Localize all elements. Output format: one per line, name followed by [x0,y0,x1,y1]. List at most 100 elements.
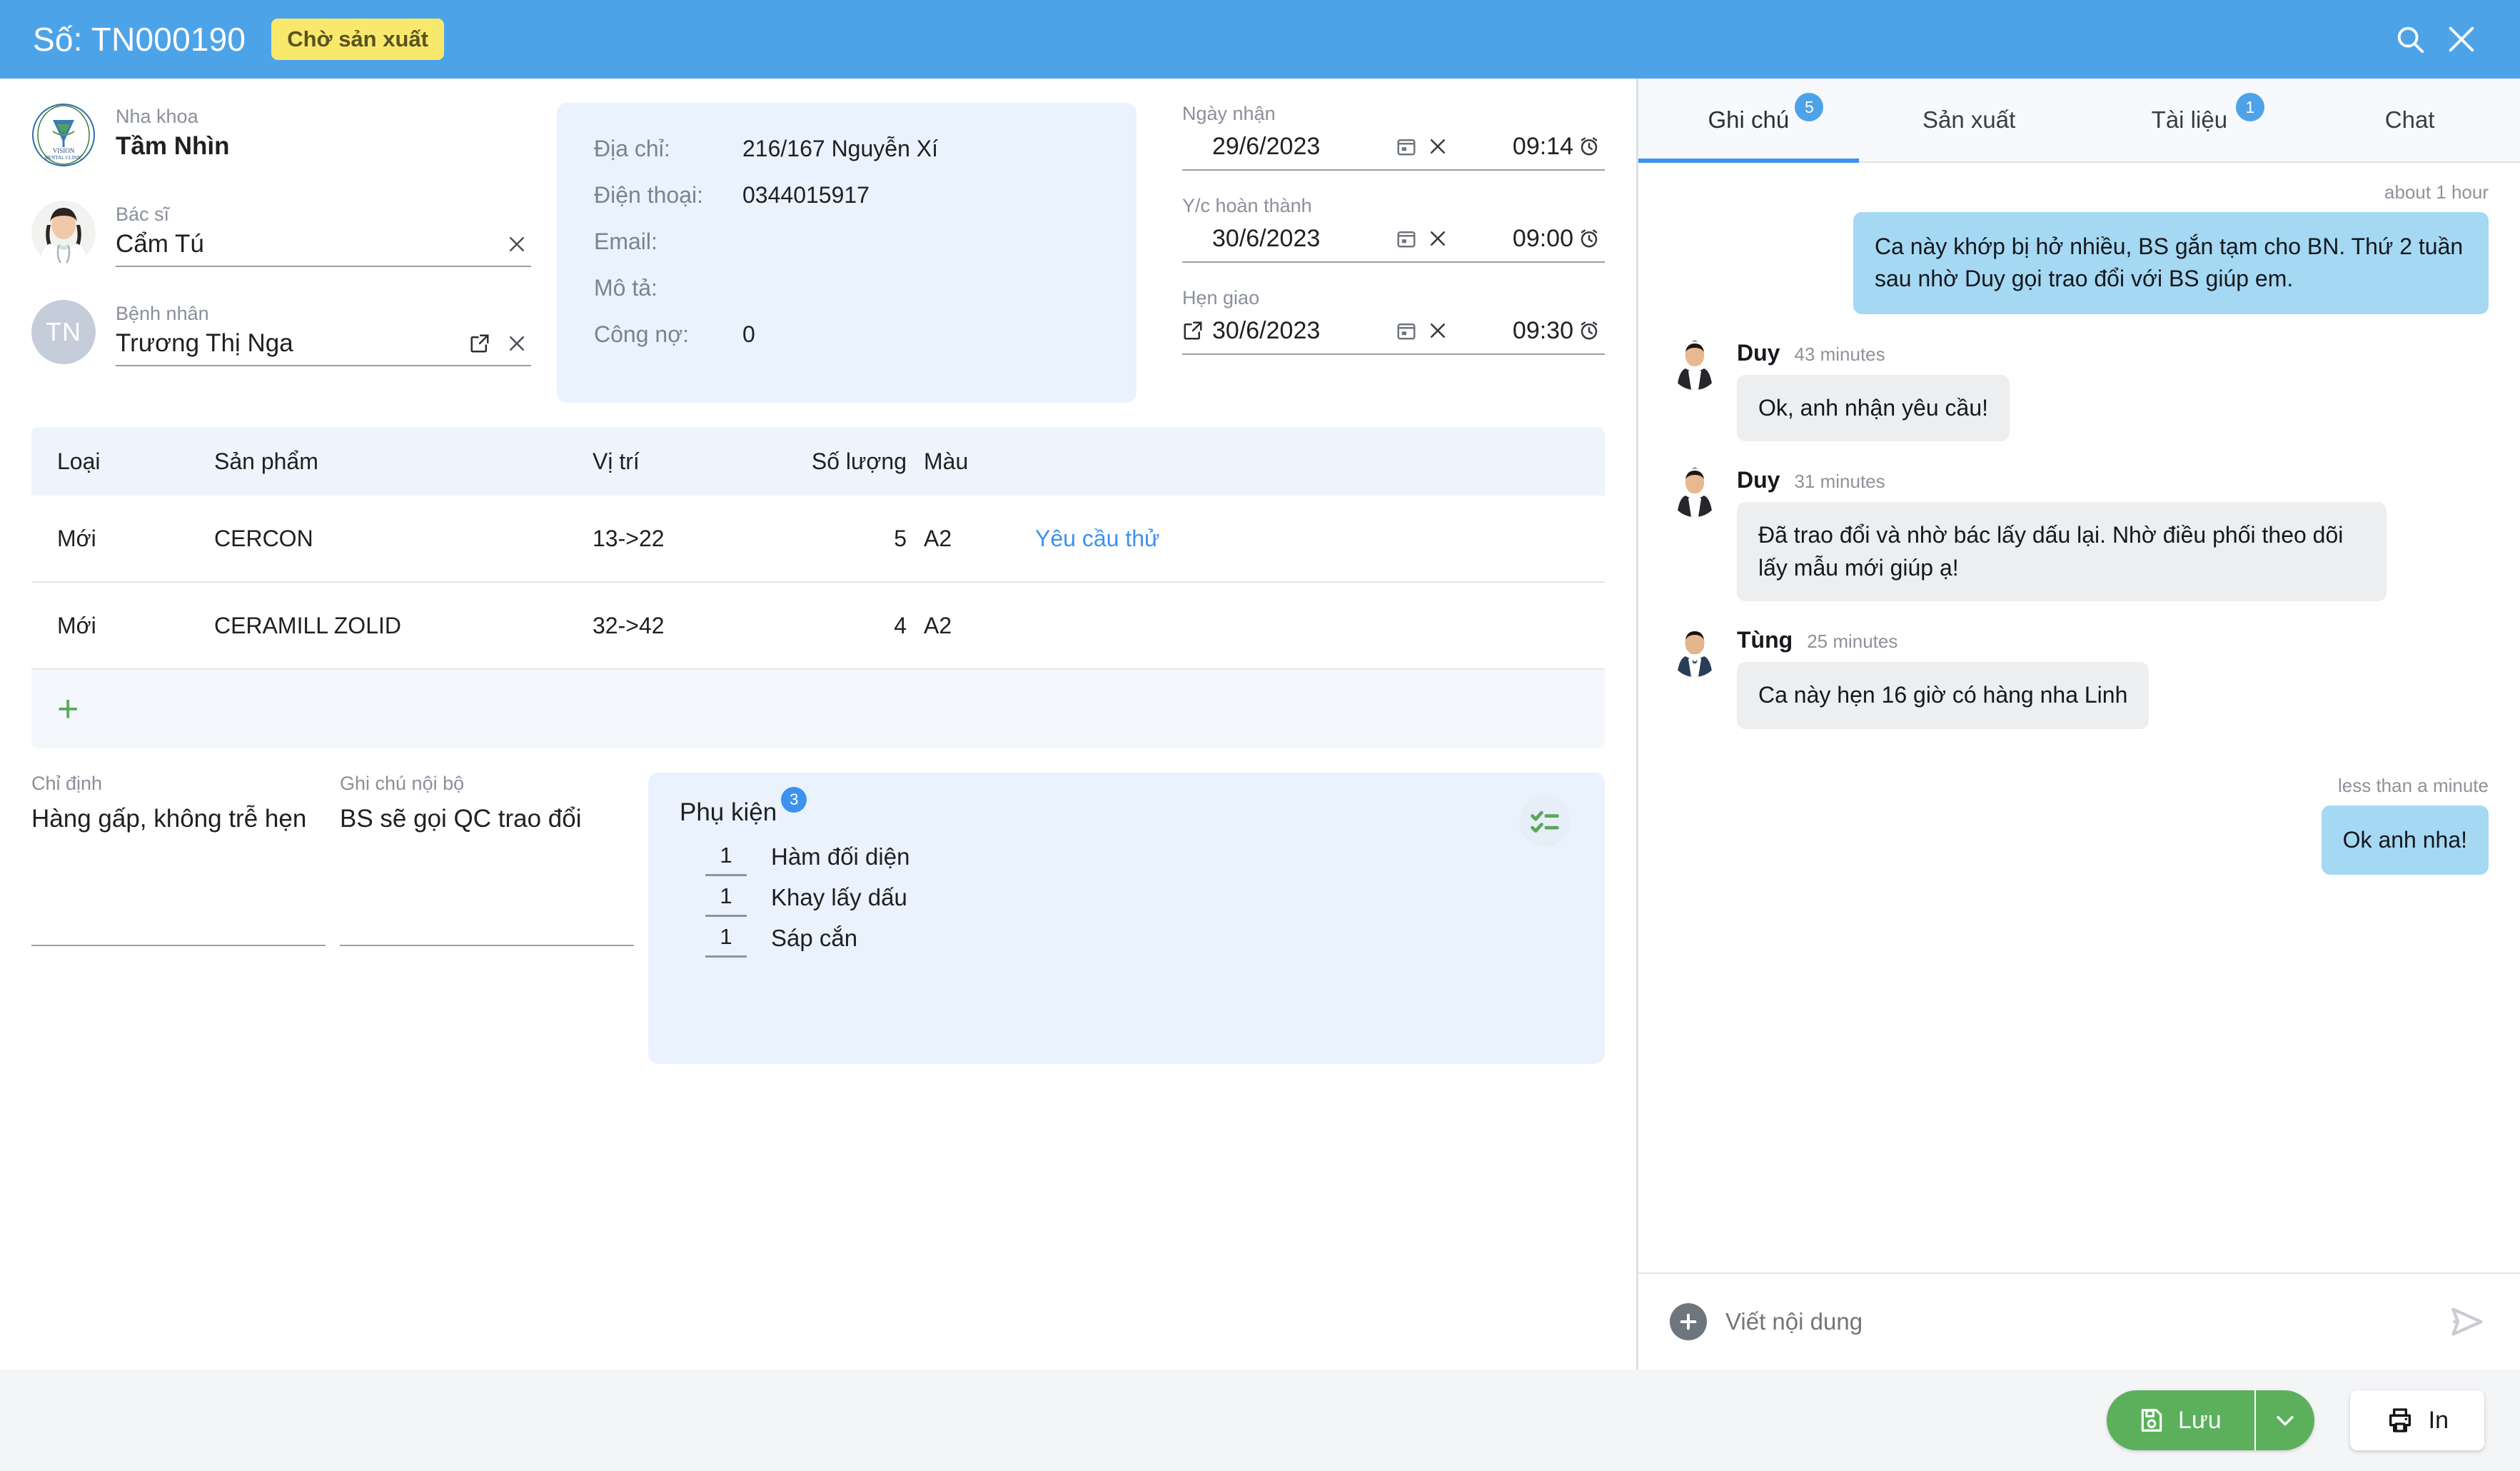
tab-label: Sản xuất [1922,106,2016,133]
message-text: Ca này hẹn 16 giờ có hàng nha Linh [1737,662,2149,729]
message-composer [1638,1272,2520,1370]
date-clear-icon[interactable] [1422,223,1453,254]
message-body: Tùng 25 minutes Ca này hẹn 16 giờ có hàn… [1737,627,2489,729]
external-link-icon[interactable] [465,329,494,358]
info-address: Địa chỉ: 216/167 Nguyễn Xí [594,136,1099,162]
message-timestamp: 43 minutes [1794,343,1885,365]
patient-clear-icon[interactable] [503,329,531,358]
panel-tabs: Ghi chú 5 Sản xuất Tài liệu 1 Chat [1638,79,2520,163]
message-timestamp: less than a minute [2337,774,2489,796]
status-badge: Chờ sản xuất [271,19,444,60]
patient-row: TN Bệnh nhân Trương Thị Nga [31,300,531,366]
cell-position: 32->42 [593,612,665,638]
date-label: Y/c hoàn thành [1182,195,1312,216]
patient-fields: Bệnh nhân Trương Thị Nga [116,300,531,366]
date-block-received: Ngày nhận 29/6/2023 09:14 [1182,103,1605,171]
calendar-icon[interactable] [1391,223,1422,254]
accessories-count-badge: 3 [781,787,807,813]
tab-label: Tài liệu [2151,106,2228,133]
time-value: 09:14 [1512,132,1573,160]
message-text: Đã trao đổi và nhờ bác lấy dấu lại. Nhờ … [1737,502,2387,602]
alarm-clock-icon[interactable] [1573,131,1605,162]
tab-tai-lieu[interactable]: Tài liệu 1 [2080,79,2300,161]
plus-icon: + [57,688,79,730]
date-clear-icon[interactable] [1422,315,1453,346]
calendar-icon[interactable] [1391,315,1422,346]
list-item[interactable]: 1 Khay lấy dấu [705,883,1573,917]
table-row[interactable]: Mới CERCON 13->22 5 A2 Yêu cầu thử [31,496,1605,583]
message-text: Ok anh nha! [2321,805,2489,875]
phone-label: Điện thoại: [594,182,703,208]
list-item[interactable]: 1 Sáp cắn [705,924,1573,958]
message-header: Duy 31 minutes [1737,467,2489,493]
print-label: In [2428,1406,2449,1434]
save-options-dropdown[interactable] [2254,1390,2314,1450]
message-outgoing: less than a minute Ok anh nha! [1670,775,2489,875]
date-row[interactable]: 29/6/2023 09:14 [1182,131,1605,171]
app-header: Số: TN000190 Chờ sản xuất [0,0,2520,79]
clinic-row: VISION DENTAL CLINIC Nha khoa Tầm Nhìn [31,103,531,168]
save-label: Lưu [2178,1406,2222,1434]
side-panel: Ghi chú 5 Sản xuất Tài liệu 1 Chat about… [1636,79,2520,1370]
cell-product: CERCON [214,525,313,551]
message-input[interactable] [1725,1308,2446,1335]
avatar [1670,627,1720,678]
save-icon [2141,1409,2162,1432]
cell-product: CERAMILL ZOLID [214,612,401,638]
date-clear-icon[interactable] [1422,131,1453,162]
checklist-icon[interactable] [1519,795,1571,847]
message-body: Duy 43 minutes Ok, anh nhận yêu cầu! [1737,340,2489,442]
clinic-logo-icon: VISION DENTAL CLINIC [31,103,96,167]
external-link-icon[interactable] [1182,320,1212,341]
list-item[interactable]: 1 Hàm đối diện [705,843,1573,876]
send-icon[interactable] [2446,1300,2489,1343]
date-row[interactable]: 30/6/2023 09:00 [1182,223,1605,263]
accessory-name: Khay lấy dấu [771,883,907,910]
doctor-clear-icon[interactable] [503,230,531,258]
order-note-field[interactable]: Chỉ định Hàng gấp, không trễ hẹn [31,773,326,946]
column-header-product: Sản phẩm [214,448,318,474]
cell-position: 13->22 [593,525,665,551]
tab-chat[interactable]: Chat [2299,79,2520,161]
avatar [1670,467,1720,518]
plus-icon[interactable] [1670,1303,1707,1340]
date-label: Hẹn giao [1182,287,1260,308]
add-product-row-button[interactable]: + [31,670,1605,748]
message-thread[interactable]: about 1 hour Ca này khớp bị hở nhiều, BS… [1638,163,2520,1272]
message-timestamp: 31 minutes [1794,471,1885,493]
tab-san-xuat[interactable]: Sản xuất [1859,79,2080,161]
tab-badge: 5 [1795,93,1824,121]
internal-note-label: Ghi chú nội bộ [340,773,465,794]
clinic-info-card: Địa chỉ: 216/167 Nguyễn Xí Điện thoại: 0… [557,103,1136,403]
accessories-title: Phụ kiện [680,798,777,826]
request-trial-link[interactable]: Yêu cầu thử [1035,526,1159,551]
save-button[interactable]: Lưu [2107,1390,2254,1450]
time-value: 09:00 [1512,224,1573,252]
tab-label: Ghi chú [1708,106,1790,133]
internal-note-underline [340,945,634,946]
calendar-icon[interactable] [1391,131,1422,162]
clinic-fields: Nha khoa Tầm Nhìn [116,103,531,168]
date-value: 30/6/2023 [1212,316,1321,344]
order-detail-screen: Số: TN000190 Chờ sản xuất VISION DENTAL … [0,0,2520,1471]
print-button[interactable]: In [2349,1390,2484,1450]
message-body: Duy 31 minutes Đã trao đổi và nhờ bác lấ… [1737,467,2489,602]
doctor-value-row[interactable]: Cẩm Tú [116,230,531,267]
alarm-clock-icon[interactable] [1573,315,1605,346]
accessory-name: Hàm đối diện [771,843,910,870]
chevron-down-icon [2277,1416,2294,1426]
alarm-clock-icon[interactable] [1573,223,1605,254]
tab-ghi-chu[interactable]: Ghi chú 5 [1638,79,1859,163]
table-row[interactable]: Mới CERAMILL ZOLID 32->42 4 A2 [31,583,1605,670]
search-icon[interactable] [2384,14,2436,65]
message-incoming: Duy 31 minutes Đã trao đổi và nhờ bác lấ… [1670,467,2489,602]
message-incoming: Tùng 25 minutes Ca này hẹn 16 giờ có hàn… [1670,627,2489,729]
close-icon[interactable] [2436,14,2487,65]
accessory-qty: 1 [705,843,747,876]
patient-value-row[interactable]: Trương Thị Nga [116,329,531,366]
date-label: Ngày nhận [1182,103,1276,124]
date-row[interactable]: 30/6/2023 09:30 [1182,315,1605,355]
doctor-avatar [31,201,96,265]
accessory-name: Sáp cắn [771,924,858,951]
internal-note-field[interactable]: Ghi chú nội bộ BS sẽ gọi QC trao đổi [340,773,634,946]
